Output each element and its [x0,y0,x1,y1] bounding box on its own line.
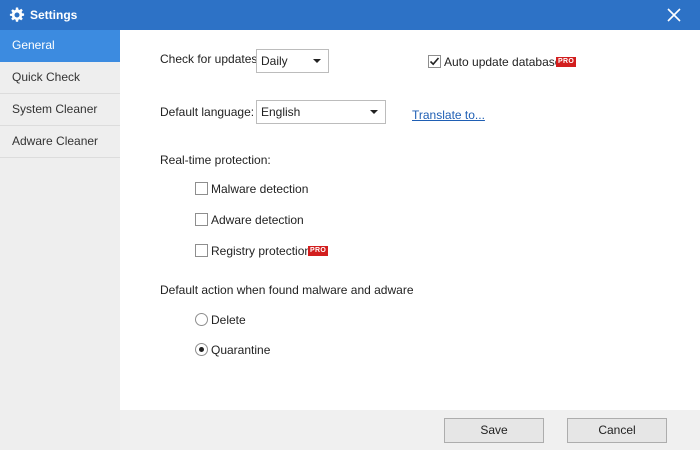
save-button[interactable]: Save [444,418,544,443]
sidebar: General Quick Check System Cleaner Adwar… [0,30,120,450]
translate-link[interactable]: Translate to... [412,108,485,122]
auto-update-label: Auto update database [444,55,562,69]
quarantine-label: Quarantine [211,343,271,357]
auto-update-checkbox[interactable] [428,55,441,68]
update-frequency-value: Daily [261,54,288,68]
cancel-button[interactable]: Cancel [567,418,667,443]
pro-badge: PRO [308,246,329,256]
sidebar-item-general[interactable]: General [0,30,120,62]
malware-detection-label: Malware detection [211,182,309,196]
radio-selected-dot [199,347,204,352]
check-icon [429,57,440,66]
delete-label: Delete [211,313,246,327]
chevron-down-icon [313,59,321,63]
quarantine-radio[interactable] [195,343,208,356]
language-value: English [261,105,301,119]
sidebar-item-system-cleaner[interactable]: System Cleaner [0,94,120,126]
sidebar-item-adware-cleaner[interactable]: Adware Cleaner [0,126,120,158]
gear-icon [9,7,25,22]
registry-protection-checkbox[interactable] [195,244,208,257]
default-action-label: Default action when found malware and ad… [160,283,414,297]
sidebar-item-quick-check[interactable]: Quick Check [0,62,120,94]
malware-detection-checkbox[interactable] [195,182,208,195]
adware-detection-checkbox[interactable] [195,213,208,226]
close-icon[interactable] [666,7,682,23]
settings-panel: Check for updates: Daily Auto update dat… [120,30,700,410]
chevron-down-icon [370,110,378,114]
title-bar: Settings [0,0,700,30]
footer-bar: Save Cancel [120,410,700,450]
language-dropdown[interactable]: English [256,100,386,124]
check-updates-label: Check for updates: [160,52,261,66]
adware-detection-label: Adware detection [211,213,304,227]
update-frequency-dropdown[interactable]: Daily [256,49,329,73]
window-title: Settings [30,8,78,22]
default-language-label: Default language: [160,105,255,119]
registry-protection-label: Registry protection [211,244,312,258]
delete-radio[interactable] [195,313,208,326]
pro-badge: PRO [556,57,577,67]
realtime-protection-label: Real-time protection: [160,153,271,167]
